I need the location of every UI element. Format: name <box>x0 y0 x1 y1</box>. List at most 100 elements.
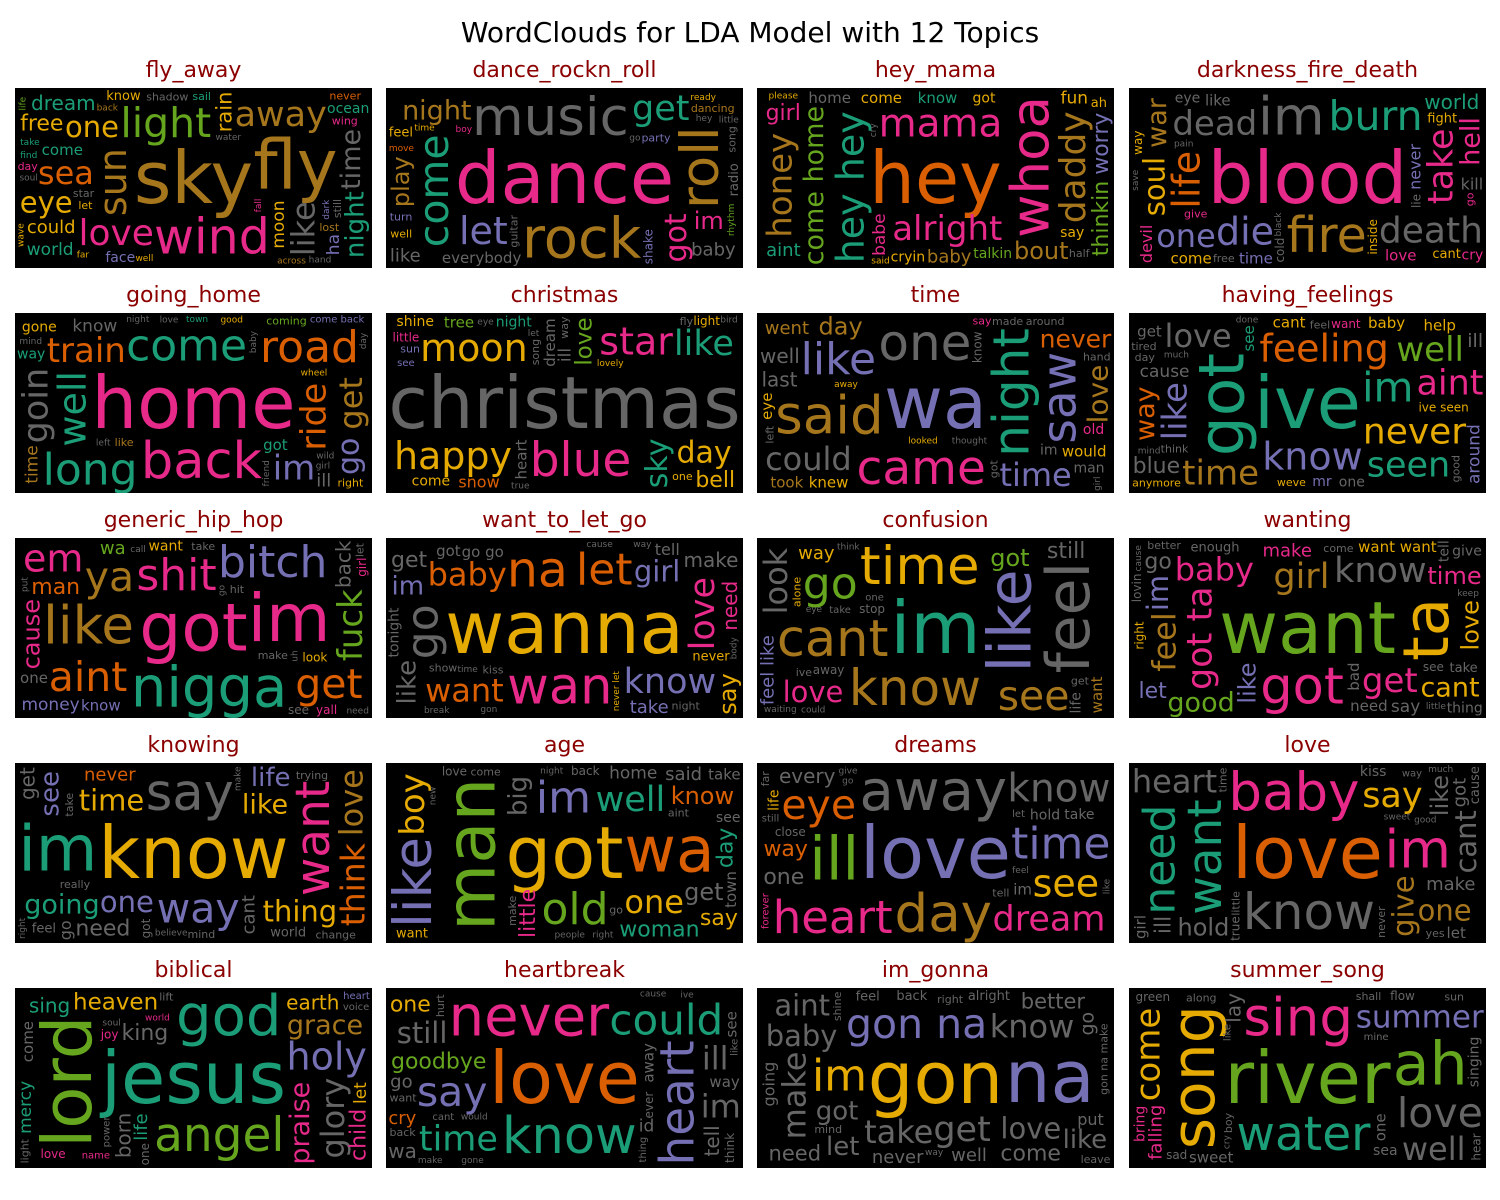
cloud-word: like <box>285 201 323 256</box>
cloud-word: coming <box>266 315 307 328</box>
cloud-word: well <box>135 254 153 264</box>
cloud-word: cry <box>869 123 879 138</box>
cloud-word: shall <box>1356 990 1382 1003</box>
cloud-word: man <box>31 575 80 600</box>
cloud-word: went <box>765 318 809 339</box>
cloud-word: half <box>1069 247 1091 260</box>
cloud-word: eye <box>477 318 494 328</box>
cloud-word: sweet <box>1189 1149 1234 1167</box>
wordcloud-svg: wantgottagot tagirl knowgetbabycantfeelgo… <box>1130 538 1485 718</box>
cloud-word: world <box>1424 90 1479 114</box>
cloud-word: let <box>1447 924 1466 942</box>
cloud-word: feel <box>1310 319 1330 332</box>
cloud-word: need <box>1350 697 1388 715</box>
cloud-word: know <box>72 316 117 336</box>
cloud-word: tonight <box>387 607 403 658</box>
cloud-word: cause <box>586 540 613 550</box>
cloud-word: took <box>770 473 803 491</box>
cloud-word: feel <box>1146 612 1184 672</box>
cloud-word: way <box>157 885 240 933</box>
cloud-word: moon <box>420 326 528 370</box>
cloud-word: got <box>987 460 1000 479</box>
cloud-word: sing <box>1243 988 1353 1049</box>
cloud-word: star <box>599 320 673 364</box>
cloud-word: take <box>1450 661 1478 676</box>
cloud-word: good <box>1450 455 1463 482</box>
cloud-word: go <box>390 1072 412 1093</box>
cloud-word: go <box>331 438 366 475</box>
cloud-word: think <box>333 842 372 926</box>
cloud-word: get <box>332 377 370 430</box>
cloud-word: well <box>50 371 94 447</box>
cloud-word: far <box>759 771 772 787</box>
cloud-word: need <box>75 916 130 941</box>
cloud-word: would <box>461 1113 488 1123</box>
cloud-word: ill <box>556 348 576 362</box>
cloud-word: cause <box>18 599 46 669</box>
cloud-word: feel like <box>757 635 778 705</box>
cloud-word: day <box>819 313 863 341</box>
cloud-word: love <box>783 675 844 709</box>
cloud-word: aint <box>668 806 690 819</box>
cloud-word: goodbye <box>391 1049 486 1074</box>
cloud-word: cant <box>432 1112 454 1123</box>
cloud-word: never <box>872 1147 924 1168</box>
cloud-word: see <box>397 358 415 369</box>
cloud-word: say <box>1362 776 1422 816</box>
cloud-word: like <box>390 246 421 267</box>
cloud-word: kill <box>1461 175 1484 194</box>
cloud-word: light <box>120 99 211 147</box>
cloud-word: holy <box>287 1035 367 1079</box>
wordcloud-panel: hey hey hey whoa mama alright come home daddy h… <box>757 88 1114 268</box>
cloud-word: voice <box>343 1002 369 1013</box>
cloud-word: em <box>23 538 83 580</box>
cloud-word: weve <box>1277 476 1306 489</box>
cloud-word: earth <box>286 990 339 1014</box>
cloud-word: put <box>1077 1110 1104 1129</box>
cloud-word: one <box>1339 475 1365 491</box>
cloud-word: train <box>47 331 126 371</box>
cloud-word: shine <box>831 991 844 1021</box>
cloud-word: know <box>1243 883 1375 941</box>
cloud-word: never <box>449 988 611 1049</box>
cloud-word: wave <box>17 223 27 247</box>
cloud-word: come <box>470 766 500 779</box>
cloud-word: time <box>999 456 1071 493</box>
cloud-word: one <box>624 883 684 921</box>
cloud-word: ill <box>1467 330 1483 352</box>
cloud-word: come <box>19 1021 37 1062</box>
cloud-word: away <box>834 380 858 390</box>
cloud-word: time <box>22 445 42 483</box>
cloud-word: happy <box>394 434 512 478</box>
cloud-word: boy <box>456 125 473 135</box>
cloud-word: hell <box>1456 117 1487 166</box>
cloud-word: could <box>765 440 852 478</box>
cloud-word: yes <box>1426 927 1445 940</box>
cloud-word: see <box>722 1011 740 1037</box>
cloud-word: take <box>708 765 740 783</box>
panel-title: dreams <box>894 733 977 758</box>
cloud-word: life <box>766 790 782 811</box>
cloud-word: get <box>1362 661 1418 701</box>
cloud-word: fly <box>680 315 694 328</box>
cloud-word: give <box>1452 543 1482 559</box>
cloud-word: back <box>332 540 356 588</box>
cloud-word: back <box>896 989 927 1004</box>
cloud-word: still <box>397 1016 448 1050</box>
cloud-word: find <box>20 151 37 161</box>
cloud-word: lost <box>319 221 340 234</box>
cloud-word: sun <box>91 148 135 216</box>
cloud-word: made <box>992 315 1023 328</box>
cloud-word: saw <box>1032 352 1087 444</box>
cloud-word: shadow <box>146 90 188 103</box>
cloud-word: much <box>1164 351 1189 361</box>
wordcloud-panel: home back come road long train well ride goin im g… <box>15 313 372 493</box>
cloud-word: never let <box>612 671 622 712</box>
cloud-word: way <box>633 540 652 550</box>
cloud-word: get <box>684 878 723 906</box>
cloud-word: fall <box>254 199 264 213</box>
cloud-word: forever <box>761 892 772 929</box>
cloud-word: need <box>1135 805 1186 915</box>
cloud-word: rain <box>213 92 237 133</box>
cloud-word: call <box>130 545 145 555</box>
